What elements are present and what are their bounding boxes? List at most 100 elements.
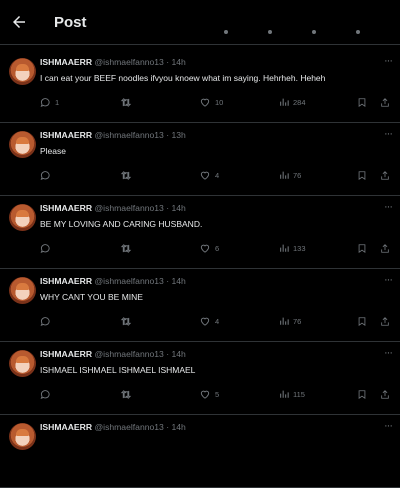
display-name[interactable]: ISHMAAERR <box>40 203 92 213</box>
more-icon[interactable]: ··· <box>384 56 393 67</box>
views-icon <box>280 98 289 106</box>
repost-icon <box>120 171 132 180</box>
handle-time[interactable]: @ishmaelfanno13 · 14h <box>94 422 185 432</box>
views-icon <box>280 317 289 325</box>
bookmark-icon <box>358 98 366 108</box>
like-button[interactable]: 10 <box>199 97 223 108</box>
page-title: Post <box>54 13 87 31</box>
more-icon[interactable]: ··· <box>384 202 393 213</box>
handle-time[interactable]: @ishmaelfanno13 · 14h <box>94 203 185 213</box>
like-button[interactable]: 6 <box>199 243 219 254</box>
repost-button[interactable] <box>120 170 136 181</box>
display-name[interactable]: ISHMAAERR <box>40 276 92 286</box>
hidden-post-actions <box>224 30 400 34</box>
post-text: BE MY LOVING AND CARING HUSBAND. <box>40 219 203 229</box>
repost-button[interactable] <box>120 243 136 254</box>
views-button[interactable]: 115 <box>279 389 305 399</box>
more-icon[interactable]: ··· <box>384 348 393 359</box>
post-text: I can eat your BEEF noodles ifvyou knoew… <box>40 73 326 83</box>
reply-count: 1 <box>55 98 60 107</box>
repost-button[interactable] <box>120 389 136 400</box>
avatar[interactable] <box>9 423 36 450</box>
bookmark-button[interactable] <box>357 389 367 400</box>
like-icon <box>200 317 210 326</box>
like-count: 4 <box>215 171 220 180</box>
reply-button[interactable] <box>40 170 55 181</box>
reply-icon <box>40 98 50 107</box>
views-icon <box>280 244 289 252</box>
more-icon[interactable]: ··· <box>384 421 393 432</box>
bookmark-icon <box>358 390 366 400</box>
share-icon <box>381 390 389 399</box>
like-icon <box>200 98 210 107</box>
more-icon[interactable]: ··· <box>384 275 393 286</box>
reply-thread: ISHMAAERR @ishmaelfanno13 · 14h ··· I ca… <box>0 50 400 488</box>
avatar[interactable] <box>9 350 36 377</box>
share-icon <box>381 317 389 326</box>
reply-icon <box>40 390 50 399</box>
repost-button[interactable] <box>120 316 136 327</box>
post-actions: 1 10 284 <box>0 97 400 109</box>
like-count: 10 <box>215 98 224 107</box>
views-button[interactable]: 284 <box>279 97 306 107</box>
bookmark-button[interactable] <box>357 97 367 108</box>
post-6[interactable]: ISHMAAERR @ishmaelfanno13 · 14h ··· <box>0 415 400 488</box>
views-button[interactable]: 76 <box>279 170 301 180</box>
post-3[interactable]: ISHMAAERR @ishmaelfanno13 · 14h ··· BE M… <box>0 196 400 269</box>
reply-button[interactable]: 1 <box>40 97 59 108</box>
share-icon <box>381 244 389 253</box>
like-icon <box>200 390 210 399</box>
share-button[interactable] <box>380 316 390 327</box>
reply-icon <box>40 171 50 180</box>
bookmark-icon <box>358 317 366 327</box>
display-name[interactable]: ISHMAAERR <box>40 130 92 140</box>
bookmark-button[interactable] <box>357 170 367 181</box>
display-name[interactable]: ISHMAAERR <box>40 422 92 432</box>
bookmark-icon <box>358 171 366 181</box>
reply-button[interactable] <box>40 243 55 254</box>
avatar[interactable] <box>9 277 36 304</box>
post-actions: 4 76 <box>0 170 400 182</box>
handle-time[interactable]: @ishmaelfanno13 · 13h <box>94 130 185 140</box>
views-button[interactable]: 76 <box>279 316 301 326</box>
post-1[interactable]: ISHMAAERR @ishmaelfanno13 · 14h ··· I ca… <box>0 50 400 123</box>
repost-icon <box>268 30 272 34</box>
avatar[interactable] <box>9 58 36 85</box>
reply-icon <box>40 244 50 253</box>
share-button[interactable] <box>380 170 390 181</box>
display-name[interactable]: ISHMAAERR <box>40 57 92 67</box>
views-count: 133 <box>293 243 306 253</box>
reply-button[interactable] <box>40 389 55 400</box>
more-icon[interactable]: ··· <box>384 129 393 140</box>
avatar[interactable] <box>9 131 36 158</box>
post-4[interactable]: ISHMAAERR @ishmaelfanno13 · 14h ··· WHY … <box>0 269 400 342</box>
post-5[interactable]: ISHMAAERR @ishmaelfanno13 · 14h ··· ISHM… <box>0 342 400 415</box>
like-count: 6 <box>215 244 220 253</box>
views-count: 76 <box>293 170 302 180</box>
like-button[interactable]: 5 <box>199 389 219 400</box>
share-button[interactable] <box>380 389 390 400</box>
post-2[interactable]: ISHMAAERR @ishmaelfanno13 · 13h ··· Plea… <box>0 123 400 196</box>
like-icon <box>200 244 210 253</box>
repost-button[interactable] <box>120 97 136 108</box>
back-arrow-icon[interactable] <box>10 13 28 31</box>
views-button[interactable]: 133 <box>279 243 306 253</box>
like-button[interactable]: 4 <box>199 316 219 327</box>
post-actions: 4 76 <box>0 316 400 328</box>
handle-time[interactable]: @ishmaelfanno13 · 14h <box>94 276 185 286</box>
top-bar: Post <box>0 0 400 45</box>
like-button[interactable]: 4 <box>199 170 219 181</box>
handle-time[interactable]: @ishmaelfanno13 · 14h <box>94 349 185 359</box>
bookmark-button[interactable] <box>357 243 367 254</box>
reply-icon <box>40 317 50 326</box>
handle-time[interactable]: @ishmaelfanno13 · 14h <box>94 57 185 67</box>
display-name[interactable]: ISHMAAERR <box>40 349 92 359</box>
bookmark-button[interactable] <box>357 316 367 327</box>
post-actions: 5 115 <box>0 389 400 401</box>
reply-button[interactable] <box>40 316 55 327</box>
reply-icon <box>224 30 228 34</box>
avatar[interactable] <box>9 204 36 231</box>
share-button[interactable] <box>380 97 390 108</box>
share-button[interactable] <box>380 243 390 254</box>
post-actions: 6 133 <box>0 243 400 255</box>
